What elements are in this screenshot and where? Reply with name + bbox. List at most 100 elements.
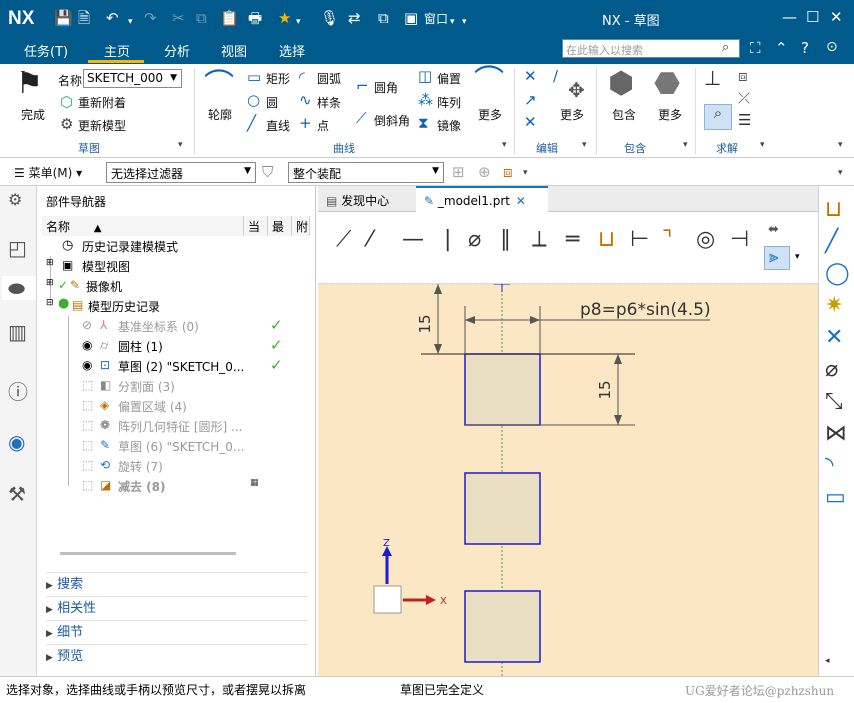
pattern-button[interactable]: 阵列 [437, 94, 461, 111]
line-tool-icon[interactable]: ╱ [825, 230, 838, 254]
tangent-tool-icon[interactable]: ⌀ [825, 358, 838, 382]
dimension-expression[interactable]: p8=p6*sin(4.5) [580, 300, 711, 320]
include-more-icon[interactable]: ⬣ [654, 68, 680, 100]
help-icon[interactable]: ? [801, 39, 809, 57]
move-curve-icon[interactable]: ∕ [553, 68, 558, 84]
sketch-rectangle-1[interactable] [464, 353, 541, 426]
checkbox-icon[interactable]: ⬚ [82, 438, 93, 452]
microphone-icon[interactable]: 🎙 [320, 9, 339, 27]
column-current[interactable]: 当 [244, 216, 268, 236]
tree-row-history-mode[interactable]: ◷ 历史记录建模模式 [42, 236, 308, 256]
sketch-name-select[interactable]: SKETCH_000 ▼ [83, 69, 182, 88]
mirror-button[interactable]: 镜像 [437, 117, 461, 134]
fillet-button[interactable]: 圆角 [374, 79, 398, 96]
search-icon[interactable]: ⌕ [722, 40, 729, 55]
ribbon-options-dropdown-icon[interactable]: ▾ [838, 140, 843, 150]
paste-icon[interactable]: 📋 [220, 9, 239, 27]
quick-trim-icon[interactable]: ✕ [524, 68, 537, 84]
extend-tool-icon[interactable]: ⤡ [825, 390, 843, 414]
group-sketch-dropdown-icon[interactable]: ▾ [178, 140, 183, 150]
point-on-line-icon[interactable]: ⊢ [630, 228, 649, 252]
sketch-rectangle-2[interactable] [464, 472, 541, 545]
window-menu[interactable]: 窗口 [424, 10, 448, 28]
fillet-constraint-icon[interactable]: ⌝ [662, 228, 672, 252]
snap-point-icon[interactable]: ⊕ [478, 164, 491, 180]
relations-browser-button[interactable]: ⫸ [764, 246, 790, 270]
finish-button[interactable]: 完成 [21, 106, 45, 123]
favorite-star-icon[interactable]: ★ [278, 9, 291, 27]
customize-qat-icon[interactable]: ▾ [462, 13, 467, 31]
scope-select[interactable]: 整个装配 ▼ [288, 162, 444, 183]
profile-button[interactable]: 轮廓 [208, 106, 232, 123]
tree-row-feature[interactable]: ⬚ ✎ 草图 (6) "SKETCH_0... [42, 436, 308, 456]
tangent-icon[interactable]: ⌀ [468, 228, 481, 252]
tab-select[interactable]: 选择 [279, 41, 305, 60]
print-icon[interactable]: 🖶 [248, 9, 262, 27]
save-all-icon[interactable]: 🗎 [78, 9, 90, 27]
toolbar-dropdown-icon[interactable]: ▾ [795, 252, 800, 262]
point-on-curve-icon[interactable]: ⁄ [368, 228, 372, 252]
tab-task[interactable]: 任务(T) [24, 41, 68, 60]
line-button[interactable]: 直线 [266, 117, 290, 134]
undo-dropdown-icon[interactable]: ▾ [128, 13, 133, 31]
web-browser-icon[interactable]: ◉ [8, 430, 25, 454]
update-model-button[interactable]: 更新模型 [78, 117, 126, 134]
chamfer-button[interactable]: 倒斜角 [374, 112, 410, 129]
undo-icon[interactable]: ↶ [106, 9, 119, 27]
tree-row-feature[interactable]: ⬚ ◈ 偏置区域 (4) [42, 396, 308, 416]
circle-tool-icon[interactable]: ◯ [825, 262, 850, 286]
auto-dimension-icon[interactable]: ⬌ [768, 222, 779, 237]
tab-model1[interactable]: ✎ _model1.prt ✕ [416, 186, 548, 212]
fullscreen-icon[interactable]: ⛶ [750, 39, 761, 57]
checkbox-icon[interactable]: ⬚ [82, 478, 93, 492]
coincident-icon[interactable]: ⟋ [336, 228, 351, 252]
dimension-15-top[interactable]: 15 [416, 314, 434, 333]
tree-row-feature[interactable]: ◉ ⌭ 圆柱 (1) ✓ [42, 336, 308, 356]
tree-row-feature[interactable]: ⬚ ⟲ 旋转 (7) [42, 456, 308, 476]
vertical-icon[interactable]: | [444, 228, 451, 252]
collapse-ribbon-icon[interactable]: ⌃ [775, 39, 788, 57]
roles-icon[interactable]: ⚒ [8, 482, 26, 506]
window-menu-dropdown-icon[interactable]: ▾ [450, 13, 455, 31]
move-icon[interactable]: ✥ [568, 80, 585, 100]
type-filter-select[interactable]: 无选择过滤器 ▼ [106, 162, 256, 183]
filter-icon[interactable]: ⛉ [262, 164, 273, 180]
tree-row-feature[interactable]: ⊘ ⅄ 基准坐标系 (0) ✓ [42, 316, 308, 336]
group-curve-dropdown-icon[interactable]: ▾ [502, 140, 507, 150]
dimension-icon[interactable]: ⊥ [704, 68, 721, 88]
column-attached[interactable]: 附 [292, 216, 310, 236]
expand-plus-icon[interactable]: ⊞ [46, 278, 54, 288]
switch-window-icon[interactable]: ⧉ [378, 9, 389, 27]
tab-discovery-center[interactable]: ▤ 发现中心 [318, 186, 414, 212]
column-name[interactable]: 名称 ▲ [42, 216, 244, 236]
graphics-window[interactable]: 15 15 p8=p6*sin(4.5) Z X [318, 274, 818, 676]
tree-row-model-views[interactable]: ⊞ ▣ 模型视图 [42, 256, 308, 276]
snap-icon[interactable]: ⊞ [452, 164, 465, 180]
selection-bar-options-icon[interactable]: ▾ [838, 168, 843, 178]
dimension-15-right[interactable]: 15 [596, 380, 614, 399]
parallel-icon[interactable]: ∥ [500, 228, 511, 252]
menu-button[interactable]: ☰ 菜单(M) ▾ [14, 164, 82, 181]
group-solve-dropdown-icon[interactable]: ▾ [760, 140, 765, 150]
close-tab-icon[interactable]: ✕ [516, 194, 526, 208]
section-details[interactable]: ▶ 细节 [46, 620, 308, 642]
horizontal-scrollbar[interactable] [60, 552, 236, 555]
corner-tool-icon[interactable]: ⋈ [825, 422, 847, 446]
part-navigator-icon[interactable]: ⬬ [2, 276, 36, 300]
offset-button[interactable]: 偏置 [437, 70, 461, 87]
tree-row-feature[interactable]: ⬚ ◪ 减去 (8) ▦ [42, 476, 308, 496]
sketch-canvas[interactable]: 15 15 p8=p6*sin(4.5) Z X [318, 274, 818, 676]
snap-settings-icon[interactable]: ✷ [825, 294, 843, 318]
selection-intent-icon[interactable]: ⧈ [503, 164, 513, 180]
group-include-dropdown-icon[interactable]: ▾ [683, 140, 688, 150]
expand-plus-icon[interactable]: ⊞ [46, 258, 54, 268]
copy-icon[interactable]: ⧉ [196, 9, 207, 27]
tree-row-feature[interactable]: ⬚ ❁ 阵列几何特征 [圆形] ... [42, 416, 308, 436]
restore-button[interactable]: ☐ [806, 8, 819, 26]
horizontal-icon[interactable]: — [402, 228, 424, 252]
include-button[interactable]: 包含 [612, 106, 636, 123]
scroll-left-icon[interactable]: ◂ [825, 656, 830, 666]
command-search-input[interactable]: 在此输入以搜索 [562, 39, 740, 58]
touch-mode-icon[interactable]: ⇄ [348, 9, 361, 27]
finish-flag-icon[interactable]: ⚑ [16, 68, 43, 100]
